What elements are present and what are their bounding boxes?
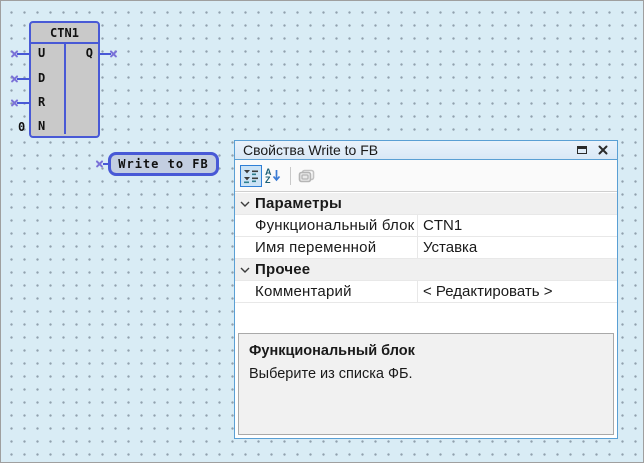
fb-input-pin-d[interactable]: D xyxy=(38,71,45,85)
fb-input-pin-u[interactable]: U xyxy=(38,46,45,60)
function-block-ctn1[interactable]: CTN1 U D R N Q xyxy=(29,21,100,138)
close-button[interactable] xyxy=(598,145,608,155)
alphabetical-sort-button[interactable]: A Z xyxy=(262,165,284,187)
fb-block-body: U D R N Q xyxy=(31,44,98,134)
categorized-icon xyxy=(243,168,259,184)
chevron-down-icon[interactable] xyxy=(235,201,255,207)
property-label: Функциональный блок xyxy=(255,217,417,234)
maximize-icon xyxy=(577,146,587,154)
unconnected-marker-icon-q[interactable] xyxy=(109,49,118,58)
property-row-variable-name[interactable]: Имя переменной Уставка xyxy=(235,237,617,259)
property-label: Имя переменной xyxy=(255,239,417,256)
diagram-canvas[interactable]: CTN1 U D R N Q 0 Write to FB Свойства Wr… xyxy=(0,0,644,463)
property-label: Комментарий xyxy=(255,283,417,300)
sort-arrow-icon xyxy=(265,168,281,184)
property-pages-button-disabled xyxy=(295,165,317,187)
unconnected-marker-icon-r[interactable] xyxy=(10,98,19,107)
close-icon xyxy=(598,145,608,155)
fb-block-title: CTN1 xyxy=(31,23,98,44)
description-text: Выберите из списка ФБ. xyxy=(249,366,603,382)
unconnected-marker-icon-u[interactable] xyxy=(10,49,19,58)
section-label: Параметры xyxy=(255,195,342,212)
categorized-view-button[interactable] xyxy=(240,165,262,187)
property-value-function-block[interactable]: CTN1 xyxy=(417,215,617,236)
property-pages-icon xyxy=(297,168,315,184)
property-row-comment[interactable]: Комментарий < Редактировать > xyxy=(235,281,617,303)
section-row-parameters[interactable]: Параметры xyxy=(235,193,617,215)
unconnected-marker-icon-write[interactable] xyxy=(95,159,104,168)
toolbar-separator xyxy=(290,167,291,185)
properties-panel-title: Свойства Write to FB xyxy=(243,142,378,158)
unconnected-marker-icon-d[interactable] xyxy=(10,74,19,83)
properties-toolbar: A Z xyxy=(235,160,617,192)
property-row-function-block[interactable]: Функциональный блок CTN1 xyxy=(235,215,617,237)
section-label: Прочее xyxy=(255,261,310,278)
pin-n-constant-value[interactable]: 0 xyxy=(18,120,25,134)
fb-column-divider xyxy=(64,44,66,134)
fb-input-pin-n[interactable]: N xyxy=(38,119,45,133)
fb-input-pin-r[interactable]: R xyxy=(38,95,45,109)
properties-panel: Свойства Write to FB xyxy=(234,140,618,439)
write-to-fb-block[interactable]: Write to FB xyxy=(108,152,219,176)
description-pane: Функциональный блок Выберите из списка Ф… xyxy=(238,333,614,435)
properties-panel-titlebar[interactable]: Свойства Write to FB xyxy=(235,141,617,160)
fb-output-pin-q[interactable]: Q xyxy=(86,46,93,60)
description-title: Функциональный блок xyxy=(249,343,603,359)
property-value-variable-name[interactable]: Уставка xyxy=(417,237,617,258)
property-value-comment[interactable]: < Редактировать > xyxy=(417,281,617,302)
chevron-down-icon[interactable] xyxy=(235,267,255,273)
section-row-other[interactable]: Прочее xyxy=(235,259,617,281)
maximize-button[interactable] xyxy=(577,146,587,154)
sort-az-icon: A Z xyxy=(265,168,281,184)
property-grid: Параметры Функциональный блок CTN1 Имя п… xyxy=(235,193,617,333)
